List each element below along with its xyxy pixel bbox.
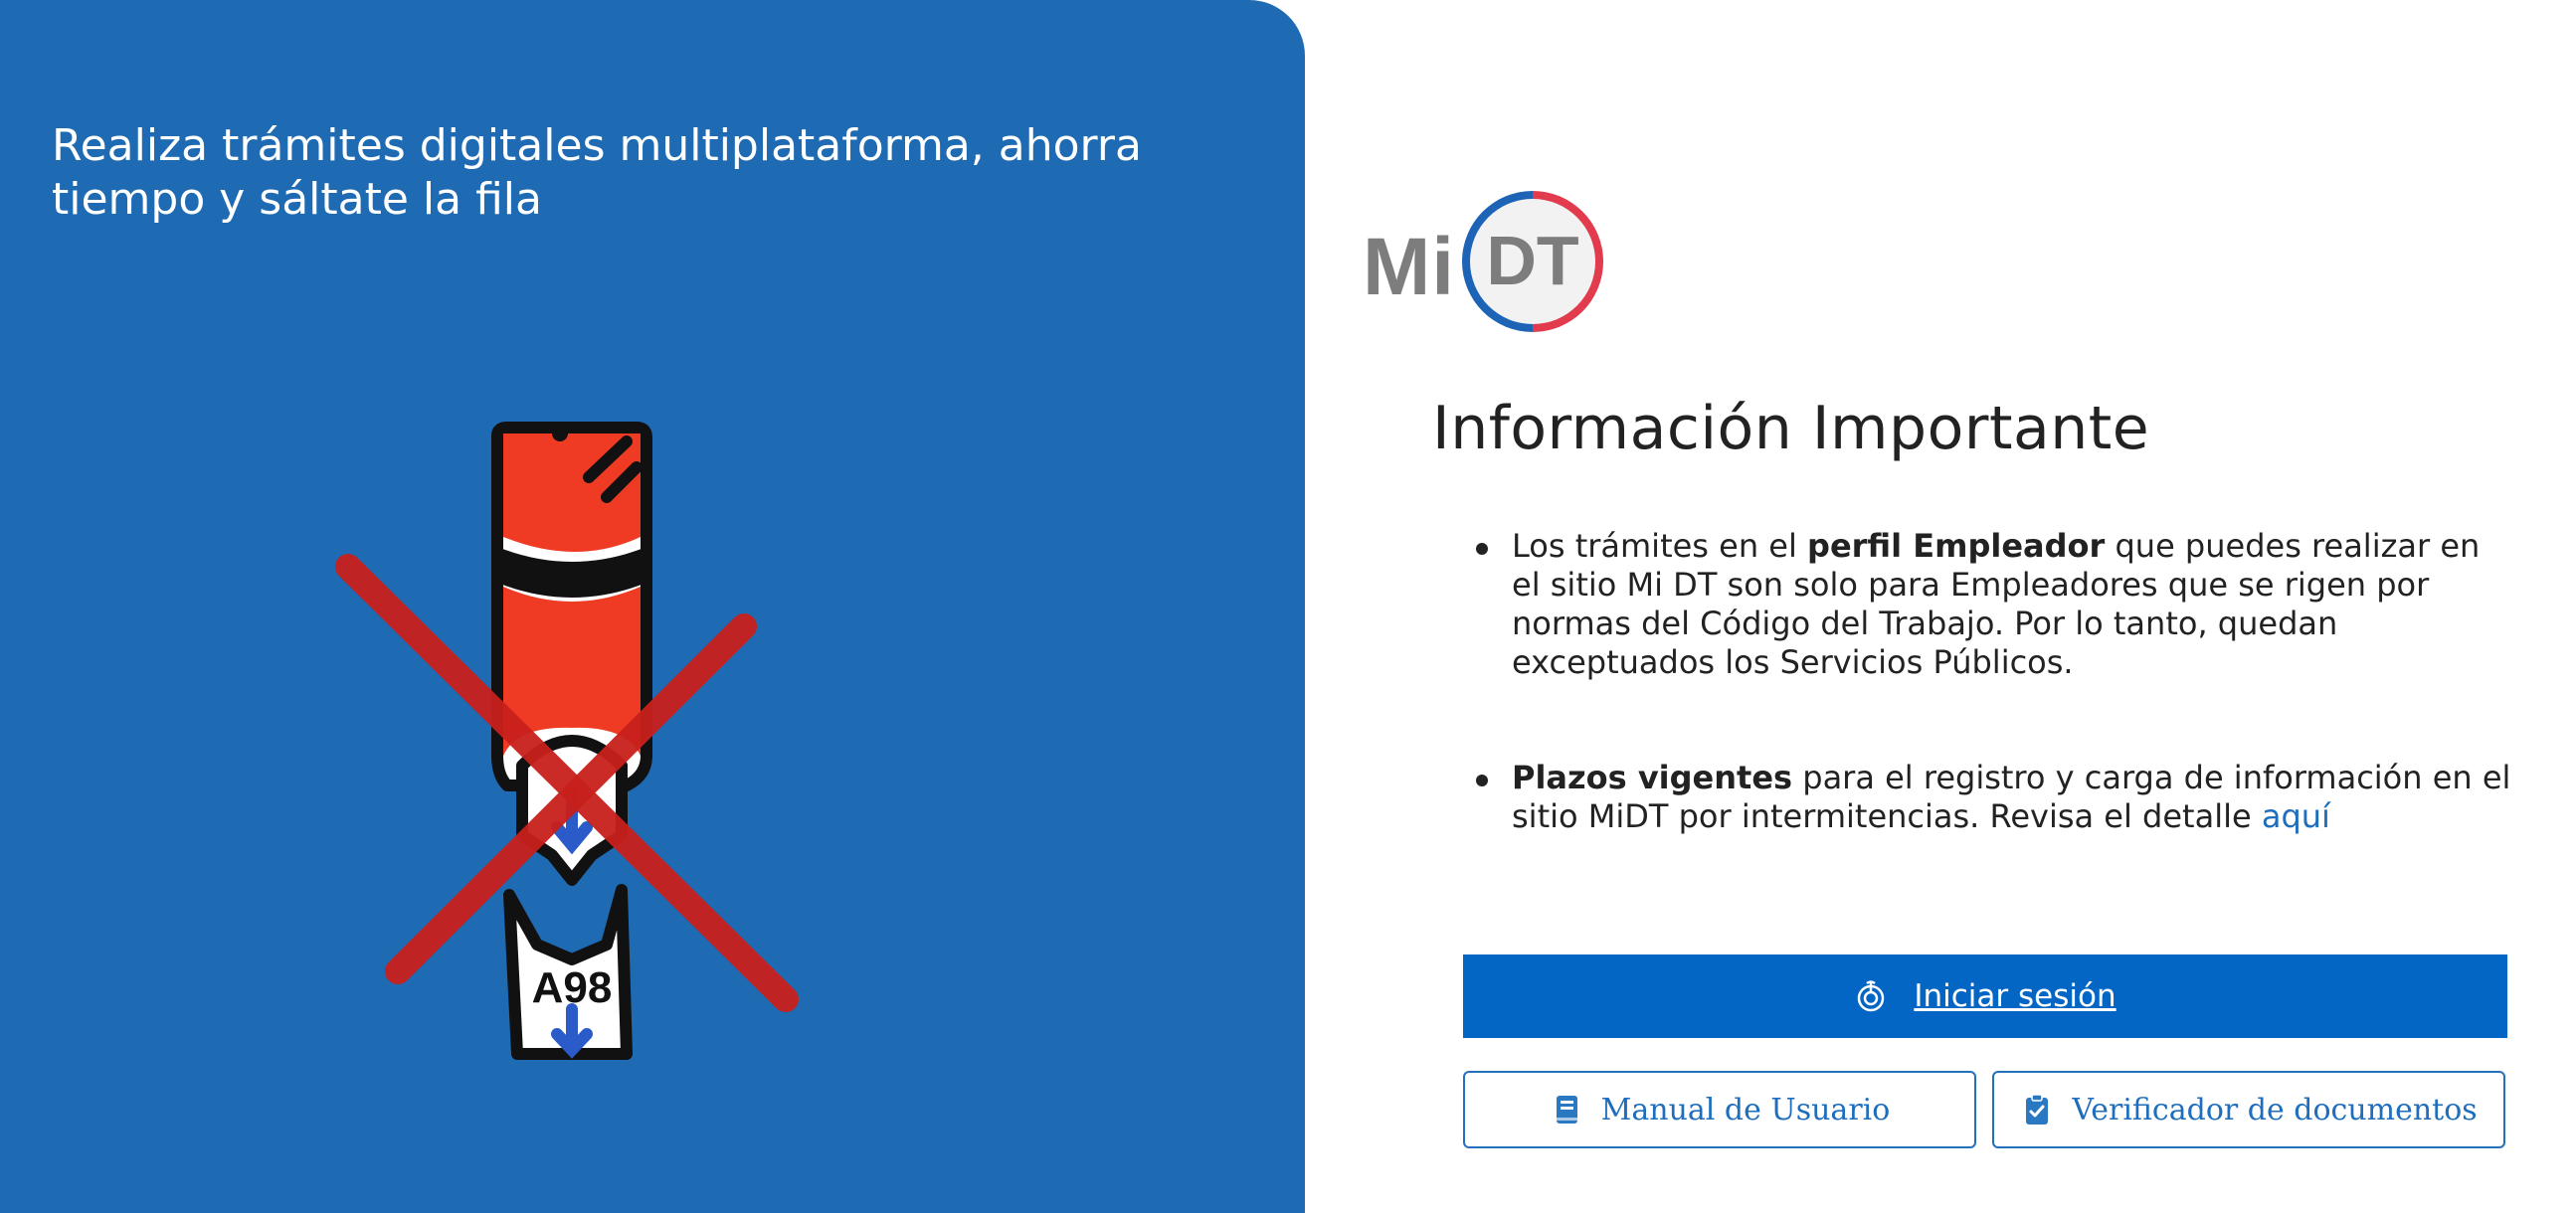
info-item-text: Los trámites en el: [1512, 527, 1808, 565]
bullet: [1476, 775, 1488, 786]
hero-headline: Realiza trámites digitales multiplatafor…: [52, 120, 1142, 225]
info-item-deadlines: Plazos vigentes para el registro y carga…: [1472, 759, 2516, 836]
bullet: [1476, 543, 1488, 555]
logo-mi-text: Mi: [1363, 222, 1456, 312]
login-button[interactable]: Iniciar sesión: [1463, 954, 2507, 1038]
user-manual-button[interactable]: Manual de Usuario: [1463, 1071, 1976, 1148]
ticket: A98: [503, 884, 633, 1060]
info-item-bold: Plazos vigentes: [1512, 759, 1793, 796]
info-list: Los trámites en el perfil Empleador que …: [1472, 527, 2516, 836]
info-item-bold: perfil Empleador: [1807, 527, 2106, 565]
details-link[interactable]: aquí: [2262, 797, 2330, 835]
queue-ticket-illustration: A98: [335, 422, 799, 1060]
fingerprint-icon: [1858, 980, 1885, 1012]
hero-panel: Realiza trámites digitales multiplatafor…: [0, 0, 1305, 1213]
document-verifier-label: Verificador de documentos: [2072, 1092, 2478, 1127]
book-icon: [1556, 1096, 1577, 1124]
info-title: Información Importante: [1432, 394, 2150, 463]
logo-ring: DT: [1462, 191, 1603, 332]
login-button-label: Iniciar sesión: [1914, 978, 2116, 1014]
user-manual-label: Manual de Usuario: [1600, 1092, 1891, 1127]
document-verifier-button[interactable]: Verificador de documentos: [1992, 1071, 2505, 1148]
info-item-employer-profile: Los trámites en el perfil Empleador que …: [1472, 527, 2516, 682]
clipboard-check-icon: [2026, 1094, 2049, 1125]
logo-dt-text: DT: [1486, 222, 1579, 299]
midt-logo: Mi DT: [1363, 191, 1611, 340]
